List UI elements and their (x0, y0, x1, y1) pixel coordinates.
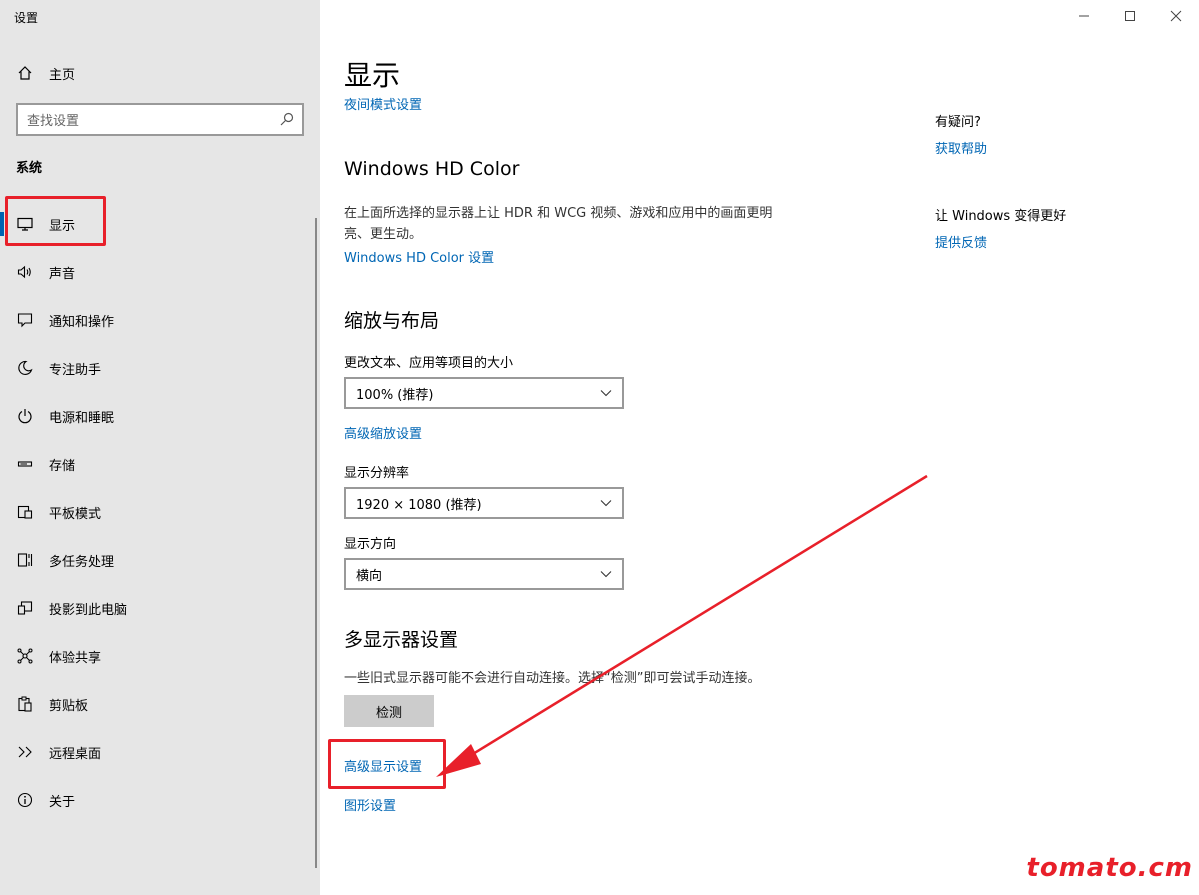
watermark: tomato.cm (1026, 853, 1193, 883)
annotation-arrow (436, 474, 928, 777)
